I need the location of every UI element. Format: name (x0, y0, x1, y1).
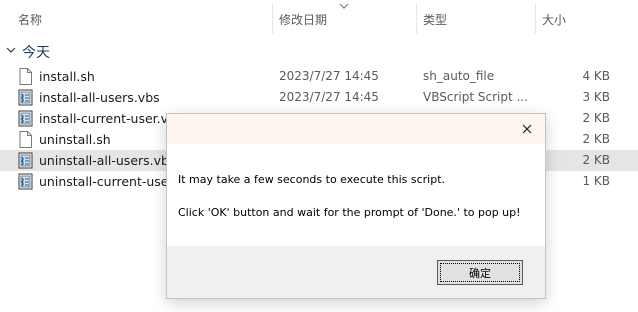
file-name: install-all-users.vbs (39, 90, 160, 105)
file-row[interactable]: install.sh 2023/7/27 14:45 sh_auto_file 4 K… (0, 66, 638, 87)
column-header: 名称 修改日期 类型 大小 (0, 0, 638, 36)
vbs-script-icon (18, 173, 33, 190)
column-divider[interactable] (272, 4, 273, 34)
group-label: 今天 (22, 45, 50, 61)
vbs-script-icon (18, 152, 33, 169)
file-size: 2 KB (582, 132, 610, 146)
file-name: uninstall-current-user. (39, 174, 177, 189)
file-date: 2023/7/27 14:45 (279, 90, 379, 104)
column-date[interactable]: 修改日期 (279, 11, 327, 28)
close-icon[interactable] (515, 118, 539, 140)
file-date: 2023/7/27 14:45 (279, 69, 379, 83)
dialog-message-line2: Click 'OK' button and wait for the promp… (178, 206, 521, 219)
dialog-message-line1: It may take a few seconds to execute thi… (178, 173, 446, 186)
file-row[interactable]: install-all-users.vbs 2023/7/27 14:45 VBSc… (0, 87, 638, 108)
file-size: 2 KB (582, 153, 610, 167)
file-size: 2 KB (582, 111, 610, 125)
file-name: uninstall.sh (39, 132, 111, 147)
message-dialog: It may take a few seconds to execute thi… (166, 113, 546, 299)
column-type[interactable]: 类型 (423, 11, 447, 28)
column-divider[interactable] (535, 4, 536, 34)
file-name: install.sh (39, 69, 95, 84)
column-divider[interactable] (416, 4, 417, 34)
vbs-script-icon (18, 110, 33, 127)
ok-button[interactable]: 确定 (437, 260, 523, 285)
file-icon (18, 68, 33, 85)
dialog-body: It may take a few seconds to execute thi… (167, 144, 545, 246)
group-header-today[interactable]: 今天 (0, 40, 638, 62)
dialog-title-bar[interactable] (167, 114, 545, 144)
file-size: 1 KB (582, 174, 610, 188)
sort-chevron-down-icon (339, 3, 349, 9)
file-name: uninstall-all-users.vbs (39, 153, 176, 168)
column-size[interactable]: 大小 (542, 11, 566, 28)
file-type: VBScript Script ... (423, 90, 528, 104)
file-name: install-current-user.vbs (39, 111, 183, 126)
file-type: sh_auto_file (423, 69, 495, 83)
column-name[interactable]: 名称 (18, 11, 42, 28)
file-icon (18, 131, 33, 148)
chevron-down-icon[interactable] (6, 45, 16, 55)
file-size: 4 KB (582, 69, 610, 83)
vbs-script-icon (18, 89, 33, 106)
file-size: 3 KB (582, 90, 610, 104)
